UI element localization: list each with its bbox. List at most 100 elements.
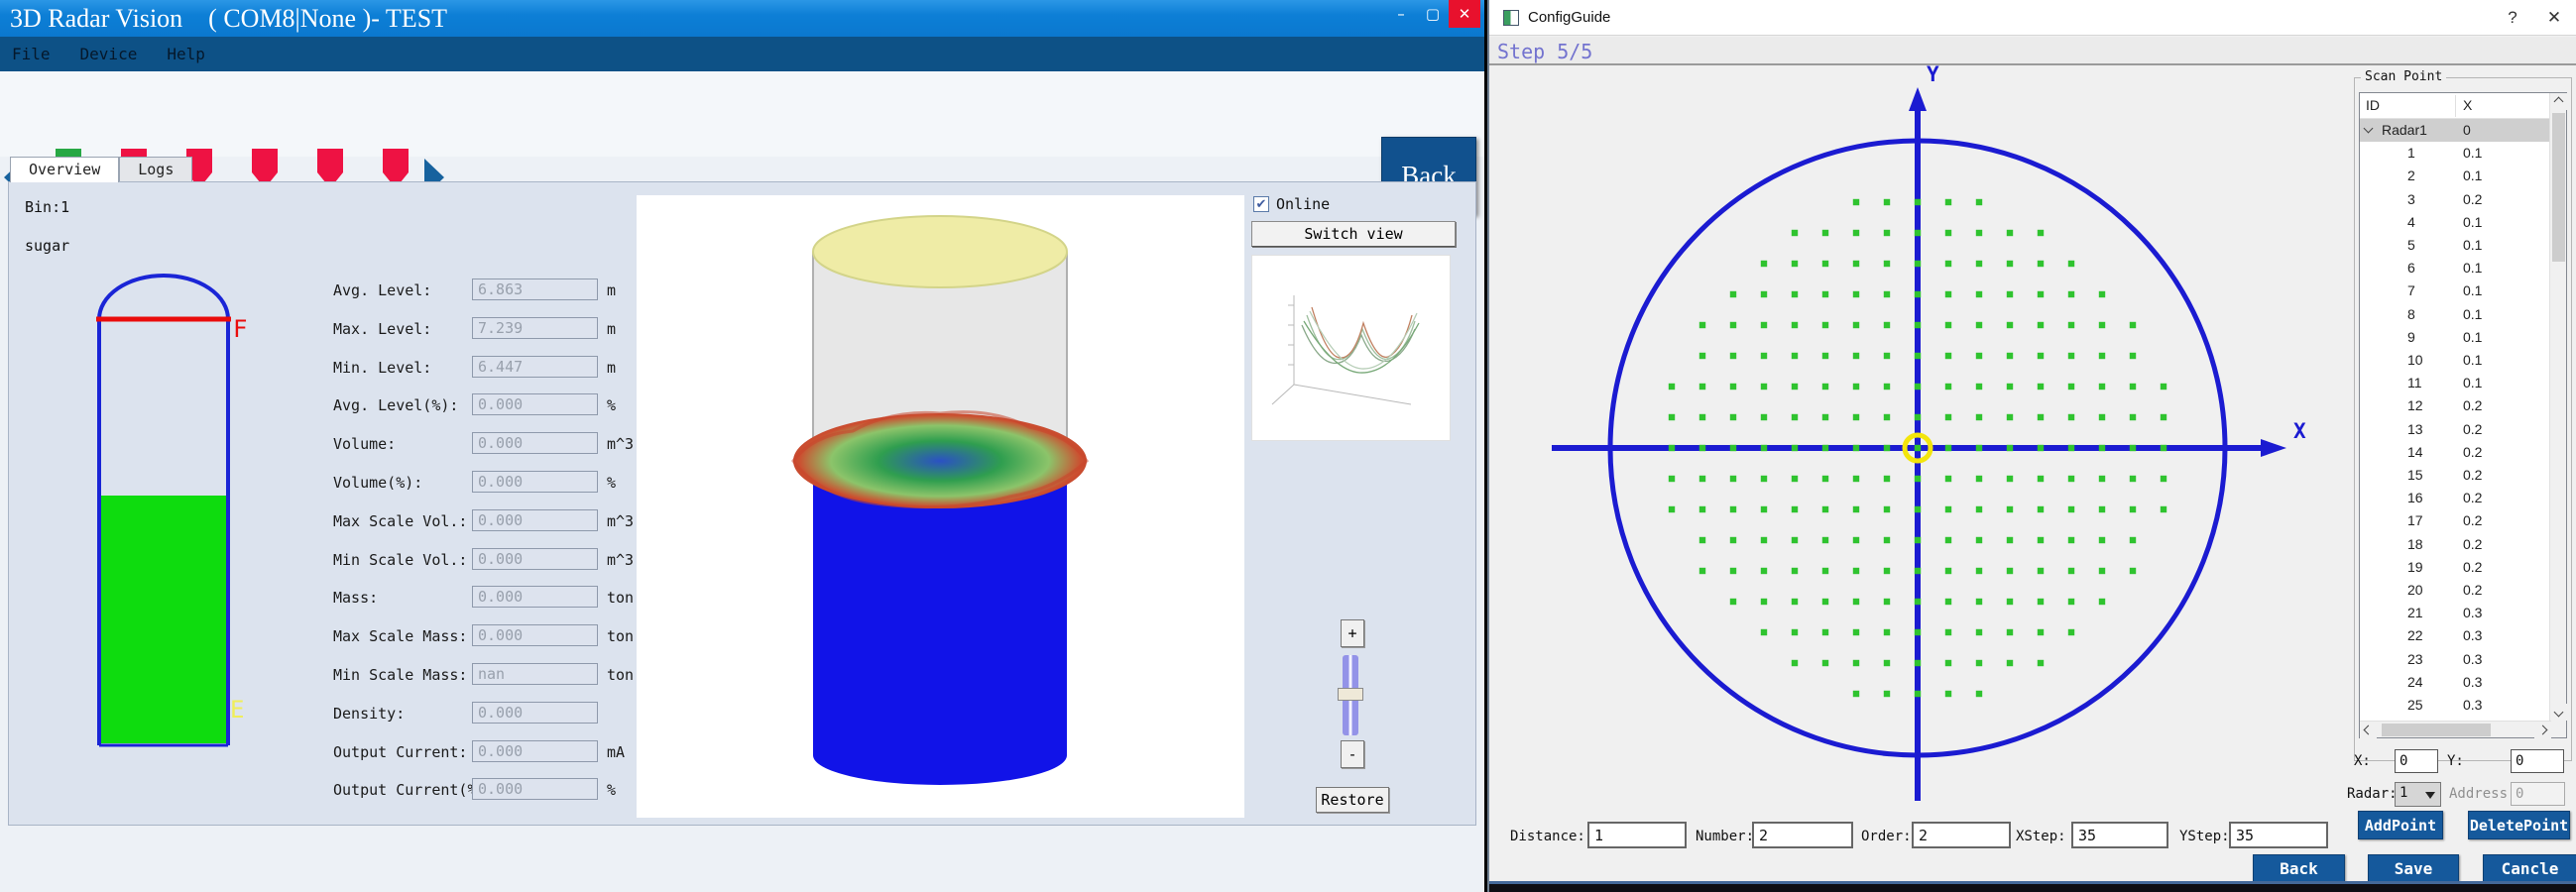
- online-checkbox[interactable]: ✔: [1253, 196, 1269, 212]
- scan-point-dot: [2130, 322, 2136, 328]
- zoom-in-button[interactable]: +: [1341, 619, 1364, 647]
- field-value-input[interactable]: [472, 586, 598, 608]
- field-value-input[interactable]: [472, 548, 598, 570]
- configguide-title-bar: ConfigGuide ? ✕: [1489, 0, 2576, 36]
- scan-row-id: 23: [2407, 651, 2423, 667]
- scan-point-row[interactable]: 210.3: [2360, 602, 2550, 624]
- field-value-input[interactable]: [472, 702, 598, 724]
- radar-dropdown[interactable]: 1: [2395, 782, 2441, 807]
- field-value-input[interactable]: [472, 624, 598, 646]
- expander-icon[interactable]: [2364, 124, 2374, 134]
- scan-row-x: 0.3: [2463, 651, 2482, 667]
- cylinder-3d-render: [637, 195, 1244, 818]
- scan-point-row[interactable]: 180.2: [2360, 533, 2550, 556]
- scan-point-row[interactable]: 150.2: [2360, 464, 2550, 487]
- scan-point-row[interactable]: 130.2: [2360, 418, 2550, 441]
- field-value-input[interactable]: [472, 471, 598, 493]
- field-value-input[interactable]: [472, 317, 598, 339]
- delete-point-button[interactable]: DeletePoint: [2468, 811, 2570, 839]
- param-input-number[interactable]: [1752, 822, 1853, 848]
- scan-point-row[interactable]: 70.1: [2360, 279, 2550, 302]
- scan-point-dot: [2161, 445, 2166, 451]
- scan-point-row[interactable]: 100.1: [2360, 349, 2550, 372]
- scan-point-row[interactable]: 110.1: [2360, 372, 2550, 394]
- scan-point-dot: [1792, 384, 1798, 390]
- zoom-slider-handle[interactable]: [1338, 688, 1363, 701]
- scan-point-row[interactable]: 190.2: [2360, 556, 2550, 579]
- scan-point-list[interactable]: ID X Radar1010.120.130.240.150.160.170.1…: [2359, 92, 2567, 738]
- horizontal-scrollbar-thumb[interactable]: [2382, 724, 2491, 736]
- scan-point-row[interactable]: 140.2: [2360, 441, 2550, 464]
- wizard-save-button[interactable]: Save: [2368, 854, 2459, 882]
- field-value-input[interactable]: [472, 740, 598, 762]
- scroll-down-icon[interactable]: [2550, 704, 2567, 721]
- surface-preview-panel[interactable]: [1251, 255, 1451, 441]
- scan-point-dot: [2161, 506, 2166, 512]
- field-value-input[interactable]: [472, 432, 598, 454]
- field-label: Min. Level:: [333, 359, 431, 377]
- scan-point-dot: [2038, 599, 2044, 605]
- bin-3d-view[interactable]: [637, 195, 1244, 818]
- field-value-input[interactable]: [472, 393, 598, 415]
- vertical-scrollbar-thumb[interactable]: [2552, 113, 2565, 262]
- close-button[interactable]: ✕: [1449, 0, 1480, 28]
- scan-point-row[interactable]: 250.3: [2360, 694, 2550, 717]
- field-value-input[interactable]: [472, 356, 598, 378]
- scan-point-row[interactable]: 10.1: [2360, 142, 2550, 165]
- scan-point-row[interactable]: Radar10: [2360, 119, 2550, 142]
- menu-item-file[interactable]: File: [12, 45, 51, 63]
- add-point-button[interactable]: AddPoint: [2358, 811, 2443, 839]
- scan-point-dot: [1976, 506, 1982, 512]
- wizard-back-button[interactable]: Back: [2253, 854, 2345, 882]
- scroll-up-icon[interactable]: [2550, 93, 2567, 110]
- restore-button[interactable]: Restore: [1316, 787, 1389, 813]
- field-value-input[interactable]: [472, 663, 598, 685]
- scan-point-dot: [1915, 230, 1921, 236]
- scan-point-row[interactable]: 40.1: [2360, 211, 2550, 234]
- scan-point-row[interactable]: 120.2: [2360, 394, 2550, 417]
- param-input-xstep[interactable]: [2071, 822, 2168, 848]
- scroll-right-icon[interactable]: [2534, 722, 2551, 738]
- scan-point-row[interactable]: 30.2: [2360, 188, 2550, 211]
- zoom-out-button[interactable]: -: [1341, 740, 1364, 768]
- wizard-cancel-button[interactable]: Cancle: [2483, 854, 2576, 882]
- field-value-input[interactable]: [472, 778, 598, 800]
- scroll-left-icon[interactable]: [2360, 722, 2377, 738]
- scan-point-row[interactable]: 220.3: [2360, 624, 2550, 647]
- param-input-distance[interactable]: [1587, 822, 1687, 848]
- scan-row-x: 0.1: [2463, 352, 2482, 368]
- menu-item-device[interactable]: Device: [80, 45, 138, 63]
- param-input-order[interactable]: [1912, 822, 2011, 848]
- vertical-scrollbar[interactable]: [2549, 93, 2566, 737]
- x-coordinate-input[interactable]: [2395, 749, 2438, 773]
- scan-point-row[interactable]: 50.1: [2360, 234, 2550, 257]
- scan-point-row[interactable]: 170.2: [2360, 509, 2550, 532]
- field-value-input[interactable]: [472, 509, 598, 531]
- scan-point-row[interactable]: 200.2: [2360, 579, 2550, 602]
- tab-logs[interactable]: Logs: [119, 157, 192, 182]
- scan-point-row[interactable]: 20.1: [2360, 165, 2550, 187]
- scan-point-row[interactable]: 60.1: [2360, 257, 2550, 279]
- scan-point-row[interactable]: 240.3: [2360, 671, 2550, 694]
- minimize-button[interactable]: –: [1385, 0, 1417, 28]
- configguide-close-button[interactable]: ✕: [2534, 0, 2574, 36]
- tab-overview[interactable]: Overview: [10, 157, 119, 182]
- scan-pattern-plot[interactable]: Y X: [1494, 50, 2367, 823]
- scan-point-row[interactable]: 80.1: [2360, 303, 2550, 326]
- scan-point-dot: [2007, 384, 2013, 390]
- switch-view-button[interactable]: Switch view: [1251, 221, 1456, 247]
- scan-point-dot: [1976, 199, 1982, 205]
- param-input-ystep[interactable]: [2229, 822, 2328, 848]
- scan-point-row[interactable]: 230.3: [2360, 648, 2550, 671]
- address-input[interactable]: [2511, 782, 2565, 806]
- scan-point-row[interactable]: 160.2: [2360, 487, 2550, 509]
- scan-row-id: 10: [2407, 352, 2423, 368]
- help-button[interactable]: ?: [2493, 0, 2532, 36]
- field-value-input[interactable]: [472, 279, 598, 300]
- maximize-button[interactable]: ▢: [1417, 0, 1449, 28]
- horizontal-scrollbar[interactable]: [2360, 721, 2551, 737]
- y-coordinate-input[interactable]: [2511, 749, 2564, 773]
- scan-point-dot: [2161, 384, 2166, 390]
- scan-point-row[interactable]: 90.1: [2360, 326, 2550, 349]
- menu-item-help[interactable]: Help: [167, 45, 205, 63]
